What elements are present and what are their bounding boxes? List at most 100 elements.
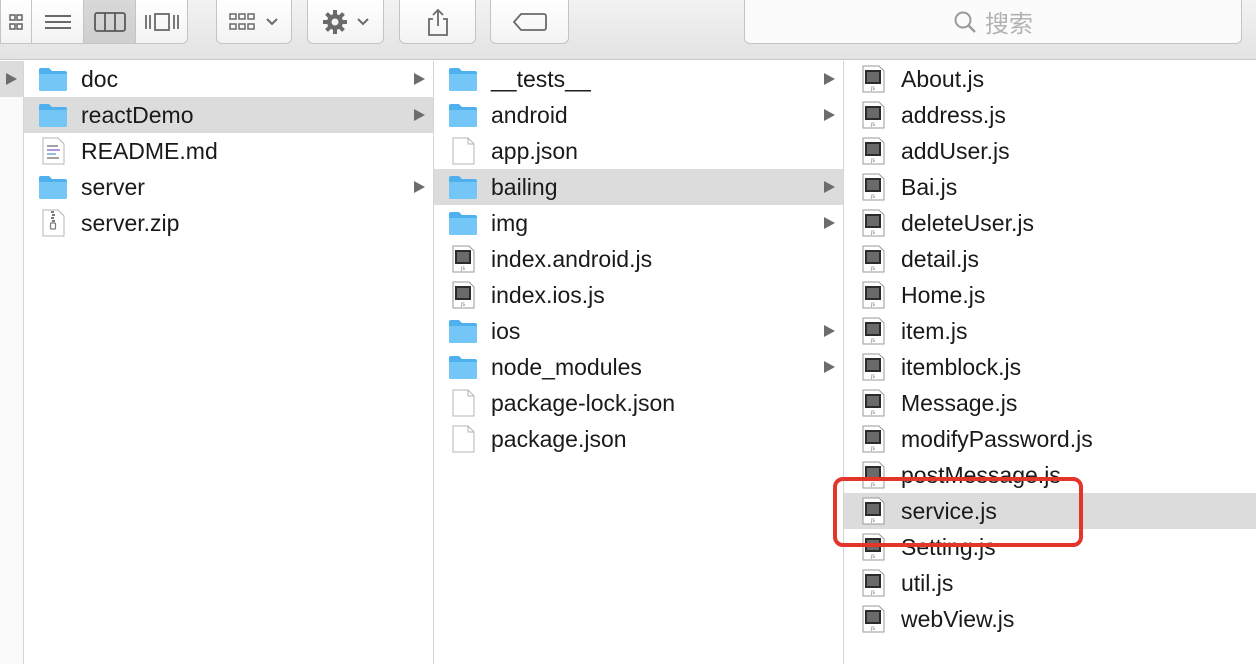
disclosure-arrow-icon [824, 217, 835, 229]
js-file-icon: JS [858, 101, 888, 129]
disclosure-arrow-icon [414, 181, 425, 193]
share-icon [427, 8, 448, 36]
view-mode-segmented-control [0, 0, 188, 44]
folder-icon [448, 209, 478, 237]
file-name: doc [81, 66, 119, 92]
parent-column[interactable] [0, 61, 24, 664]
svg-text:JS: JS [870, 626, 875, 631]
file-name: item.js [901, 318, 968, 344]
share-button[interactable] [399, 0, 476, 44]
file-row[interactable]: ios [434, 313, 843, 349]
action-gear-icon [322, 9, 347, 34]
file-row[interactable]: JS About.js [844, 61, 1256, 97]
list-view-button[interactable] [32, 0, 84, 44]
action-button[interactable] [307, 0, 384, 44]
js-file-icon: JS [858, 425, 888, 453]
disclosure-arrow-icon [6, 73, 17, 85]
js-file-icon: JS [858, 389, 888, 417]
file-row[interactable]: README.md [24, 133, 433, 169]
column-1[interactable]: doc reactDemo README.md server server.zi… [24, 61, 434, 664]
group-by-button[interactable] [216, 0, 292, 44]
file-row[interactable]: JS webView.js [844, 601, 1256, 637]
disclosure-arrow-icon [824, 361, 835, 373]
file-row[interactable]: JS index.ios.js [434, 277, 843, 313]
finder-toolbar: 搜索 [0, 0, 1256, 60]
file-row[interactable]: JS detail.js [844, 241, 1256, 277]
file-name: addUser.js [901, 138, 1010, 164]
parent-selected-row[interactable] [0, 61, 23, 97]
file-name: node_modules [491, 354, 642, 380]
folder-icon [448, 317, 478, 345]
file-row[interactable]: JS addUser.js [844, 133, 1256, 169]
zip-file-icon [38, 209, 68, 237]
file-name: About.js [901, 66, 985, 92]
file-name: ios [491, 318, 521, 344]
svg-text:JS: JS [870, 338, 875, 343]
file-row[interactable]: JS Home.js [844, 277, 1256, 313]
file-row[interactable]: JS itemblock.js [844, 349, 1256, 385]
file-row[interactable]: JS util.js [844, 565, 1256, 601]
file-row[interactable]: JS Message.js [844, 385, 1256, 421]
column-3[interactable]: JS About.js JS address.js JS addUser.js … [844, 61, 1256, 664]
folder-icon [38, 65, 68, 93]
file-row[interactable]: __tests__ [434, 61, 843, 97]
file-row[interactable]: img [434, 205, 843, 241]
file-row[interactable]: server [24, 169, 433, 205]
search-icon [954, 11, 976, 33]
file-name: address.js [901, 102, 1006, 128]
file-row[interactable]: JS modifyPassword.js [844, 421, 1256, 457]
js-file-icon: JS [858, 605, 888, 633]
file-row[interactable]: node_modules [434, 349, 843, 385]
column-2[interactable]: __tests__ android app.json bailing img J… [434, 61, 844, 664]
file-row[interactable]: JS item.js [844, 313, 1256, 349]
folder-icon [38, 173, 68, 201]
file-row[interactable]: server.zip [24, 205, 433, 241]
file-name: util.js [901, 570, 954, 596]
md-file-icon [38, 137, 68, 165]
js-file-icon: JS [858, 173, 888, 201]
file-name: modifyPassword.js [901, 426, 1093, 452]
file-row[interactable]: app.json [434, 133, 843, 169]
column-view-button[interactable] [84, 0, 136, 44]
file-row[interactable]: JS Bai.js [844, 169, 1256, 205]
file-name: webView.js [901, 606, 1015, 632]
file-name: index.ios.js [491, 282, 605, 308]
svg-text:JS: JS [870, 122, 875, 127]
folder-icon [448, 65, 478, 93]
file-row[interactable]: package.json [434, 421, 843, 457]
file-row[interactable]: reactDemo [24, 97, 433, 133]
chevron-down-icon [266, 17, 278, 25]
icon-view-icon [9, 13, 23, 30]
file-name: Home.js [901, 282, 986, 308]
file-row[interactable]: doc [24, 61, 433, 97]
group-icon [229, 12, 255, 30]
folder-icon [38, 101, 68, 129]
file-row[interactable]: android [434, 97, 843, 133]
file-row[interactable]: JS deleteUser.js [844, 205, 1256, 241]
file-name: reactDemo [81, 102, 194, 128]
svg-text:JS: JS [870, 410, 875, 415]
doc-file-icon [448, 425, 478, 453]
js-file-icon: JS [858, 281, 888, 309]
file-row[interactable]: bailing [434, 169, 843, 205]
js-file-icon: JS [858, 569, 888, 597]
file-row[interactable]: JS index.android.js [434, 241, 843, 277]
file-row[interactable]: package-lock.json [434, 385, 843, 421]
disclosure-arrow-icon [824, 73, 835, 85]
disclosure-arrow-icon [414, 73, 425, 85]
icon-view-button[interactable] [0, 0, 32, 44]
file-name: Message.js [901, 390, 1018, 416]
column-view-icon [93, 11, 126, 32]
file-name: img [491, 210, 529, 236]
tags-button[interactable] [490, 0, 569, 44]
folder-icon [448, 173, 478, 201]
disclosure-arrow-icon [824, 109, 835, 121]
search-field[interactable]: 搜索 [744, 0, 1242, 44]
file-name: android [491, 102, 568, 128]
doc-file-icon [448, 137, 478, 165]
disclosure-arrow-icon [824, 325, 835, 337]
svg-text:JS: JS [870, 194, 875, 199]
file-row[interactable]: JS address.js [844, 97, 1256, 133]
cover-flow-view-button[interactable] [136, 0, 188, 44]
file-name: Bai.js [901, 174, 958, 200]
